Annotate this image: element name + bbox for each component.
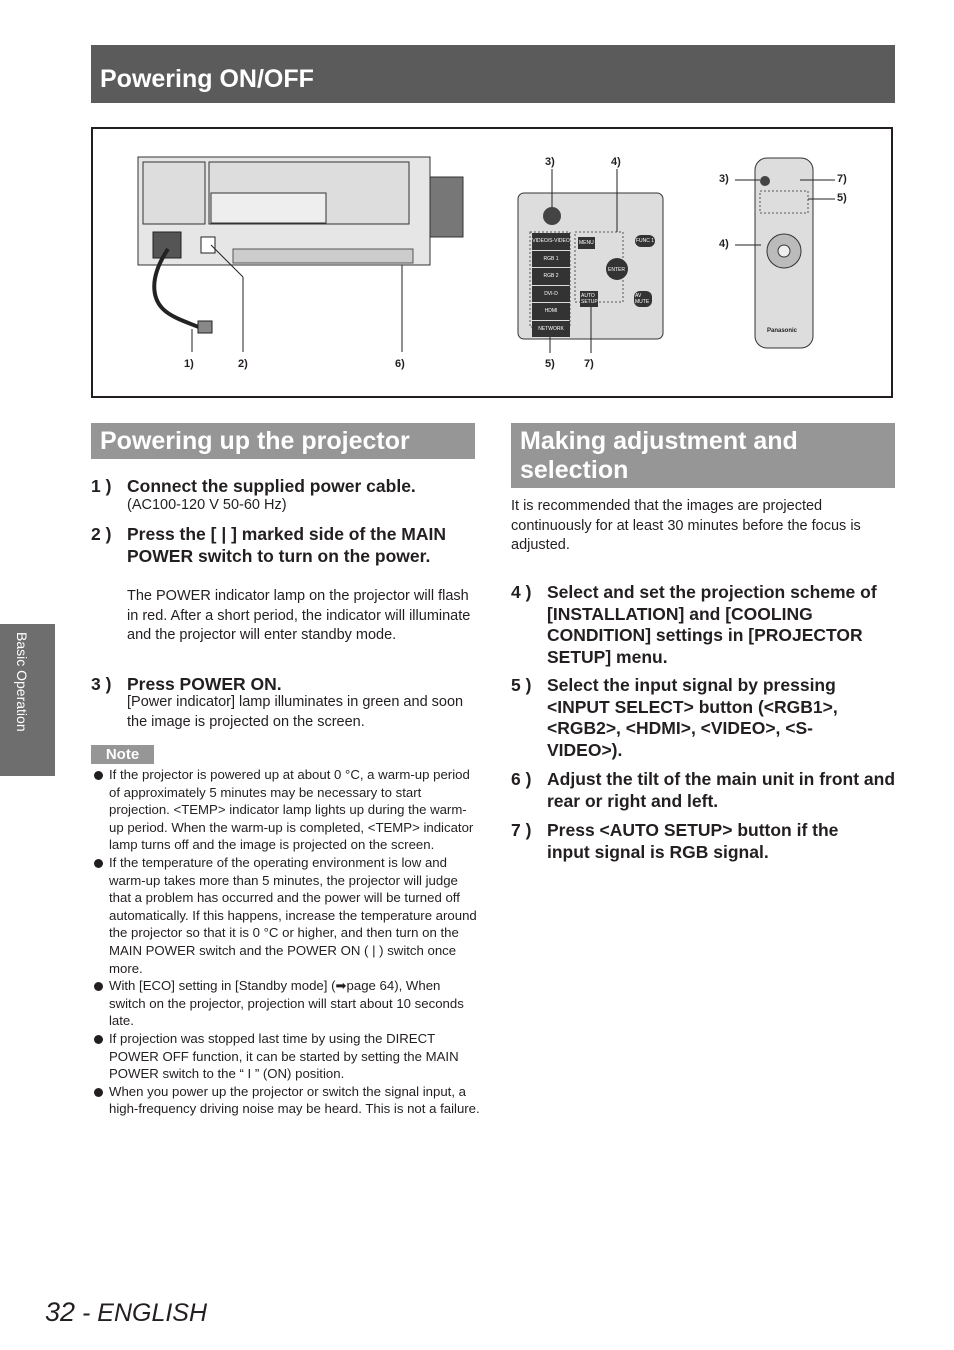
step-number: 2 )	[91, 524, 112, 544]
note-text: If projection was stopped last time by u…	[109, 1030, 459, 1082]
bullet-icon	[94, 982, 103, 992]
remote-control-illustration	[735, 157, 835, 349]
panel-button: RGB 1	[532, 250, 570, 267]
note-item: When you power up the projector or switc…	[92, 1083, 480, 1118]
panel-input-buttons: VIDEO/S-VIDEO RGB 1 RGB 2 DVI-D HDMI NET…	[532, 233, 570, 337]
callout-label: 5)	[545, 358, 555, 370]
callout-label: 7)	[584, 358, 594, 370]
projector-rear-illustration	[137, 156, 464, 352]
callout-label: 2)	[238, 358, 248, 370]
note-label: Note	[91, 745, 154, 764]
footer-separator: -	[75, 1299, 98, 1327]
step-number: 1 )	[91, 476, 112, 496]
step-number: 6 )	[511, 769, 532, 789]
remote-brand-logo: Panasonic	[767, 328, 798, 334]
callout-label: 3)	[719, 173, 729, 185]
bullet-icon	[94, 1034, 103, 1044]
step-text: Press the [ | ] marked side of the MAIN …	[127, 524, 446, 566]
note-text: If the temperature of the operating envi…	[109, 854, 477, 976]
step-2-body: The POWER indicator lamp on the projecto…	[127, 588, 471, 643]
step-number: 5 )	[511, 675, 532, 695]
section-header-adjustment: Making adjustment and selection	[511, 423, 895, 488]
callout-label: 5)	[837, 192, 847, 204]
chapter-label: Basic Operation	[14, 632, 30, 732]
step-text: Press <AUTO SETUP> button if the input s…	[547, 820, 839, 862]
note-text: If the projector is powered up at about …	[109, 767, 474, 853]
callout-label: 3)	[545, 156, 555, 168]
step-text: Select and set the projection scheme of …	[547, 582, 877, 667]
figure-power-controls: 1) 2) 6) 3) 4) 5) 7) 3) 4) 7) 5) VIDEO/S…	[91, 127, 893, 398]
panel-button: NETWORK	[532, 320, 570, 337]
panel-button: ENTER	[608, 267, 625, 273]
section-header-powering-up: Powering up the projector	[91, 423, 475, 459]
page-footer: 32 - ENGLISH	[45, 1297, 207, 1328]
callout-label: 1)	[184, 358, 194, 370]
step-3-body: [Power indicator] lamp illuminates in gr…	[127, 694, 464, 730]
note-text: When you power up the projector or switc…	[109, 1083, 480, 1117]
bullet-icon	[94, 1087, 103, 1097]
figure-drawing	[137, 156, 835, 353]
callout-label: 4)	[611, 156, 621, 168]
step-number: 3 )	[91, 674, 112, 694]
panel-button: FUNC 1	[635, 235, 656, 247]
panel-button: VIDEO/S-VIDEO	[532, 233, 570, 250]
page-title: Powering ON/OFF	[100, 65, 314, 93]
panel-button: DVI-D	[532, 285, 570, 302]
panel-button: RGB 2	[532, 268, 570, 285]
step-text: Adjust the tilt of the main unit in fron…	[547, 769, 896, 811]
adjustment-intro: It is recommended that the images are pr…	[511, 498, 861, 553]
page-number: 32	[45, 1297, 76, 1327]
callout-label: 6)	[395, 358, 405, 370]
step-1-body: (AC100-120 V 50-60 Hz)	[127, 497, 287, 513]
page-header-bar: Powering ON/OFF	[91, 45, 895, 103]
note-item: If the projector is powered up at about …	[92, 766, 480, 854]
step-text: Select the input signal by pressing <INP…	[547, 675, 838, 760]
chapter-side-tab: Basic Operation	[0, 624, 55, 776]
step-number: 4 )	[511, 582, 532, 602]
note-text: With [ECO] setting in [Standby mode] (➡p…	[109, 978, 464, 1029]
callout-label: 7)	[837, 173, 847, 185]
bullet-icon	[94, 771, 103, 780]
note-item: If projection was stopped last time by u…	[92, 1030, 480, 1083]
callout-label: 4)	[719, 238, 729, 250]
manual-page: Powering ON/OFF 1) 2) 6) 3) 4) 5) 7) 3) …	[0, 0, 954, 1350]
step-text: Connect the supplied power cable.	[127, 476, 416, 496]
notes-list: If the projector is powered up at about …	[92, 766, 480, 1118]
step-number: 7 )	[511, 820, 532, 840]
footer-language: ENGLISH	[97, 1299, 208, 1327]
panel-button: HDMI	[532, 303, 570, 320]
panel-button: AV MUTE	[634, 291, 652, 307]
panel-button: AUTO SETUP	[580, 291, 598, 307]
bullet-icon	[94, 858, 103, 868]
note-item: With [ECO] setting in [Standby mode] (➡p…	[92, 977, 480, 1030]
note-item: If the temperature of the operating envi…	[92, 854, 480, 977]
panel-button: MENU	[578, 237, 595, 249]
